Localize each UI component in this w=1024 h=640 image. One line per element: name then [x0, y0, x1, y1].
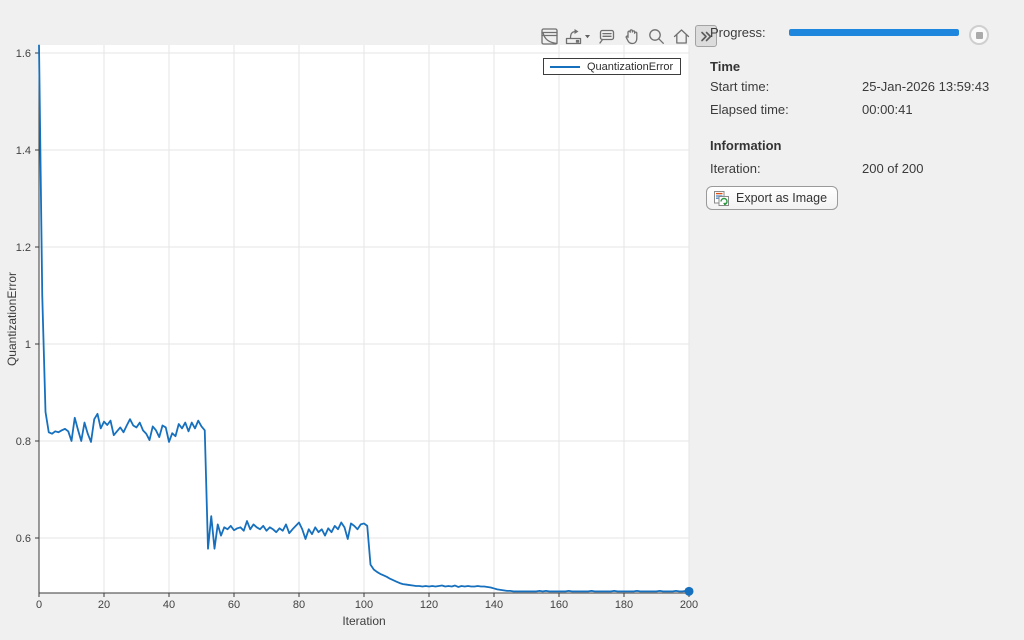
axes-toolbar	[538, 24, 717, 48]
progress-label: Progress:	[710, 25, 766, 40]
export-as-image-label: Export as Image	[736, 191, 827, 205]
legend-label: QuantizationError	[587, 61, 673, 73]
home-icon	[672, 27, 691, 46]
zoom-magnifier-icon	[647, 27, 666, 46]
x-tick-label: 20	[98, 599, 110, 611]
home-button[interactable]	[670, 25, 692, 47]
legend: QuantizationError	[543, 58, 681, 75]
x-tick-label: 160	[550, 599, 568, 611]
pan-hand-icon	[622, 27, 641, 46]
datatip-icon	[597, 27, 616, 46]
export-button[interactable]	[563, 25, 592, 47]
datatip-button[interactable]	[595, 25, 617, 47]
last-point-marker	[685, 587, 694, 596]
x-tick-label: 200	[680, 599, 698, 611]
x-tick-label: 80	[293, 599, 305, 611]
x-tick-label: 40	[163, 599, 175, 611]
iteration-value: 200 of 200	[862, 161, 923, 176]
export-as-image-icon	[713, 190, 730, 207]
progress-bar	[789, 29, 959, 36]
zoom-button[interactable]	[645, 25, 667, 47]
y-tick-label: 1.6	[16, 48, 31, 60]
y-tick-label: 0.6	[16, 533, 31, 545]
quantization-error-plot: 0204060801001201401601802000.60.811.21.4…	[0, 0, 700, 640]
x-tick-label: 180	[615, 599, 633, 611]
x-axis-label: Iteration	[239, 614, 489, 628]
x-tick-label: 140	[485, 599, 503, 611]
y-tick-label: 1.4	[16, 145, 31, 157]
chart-panel-icon	[540, 27, 559, 46]
x-tick-label: 120	[420, 599, 438, 611]
start-time-label: Start time:	[710, 79, 769, 94]
x-tick-label: 60	[228, 599, 240, 611]
stop-icon	[976, 32, 983, 39]
pan-button[interactable]	[620, 25, 642, 47]
training-progress-window: 0204060801001201401601802000.60.811.21.4…	[0, 0, 1024, 640]
stop-button[interactable]	[969, 25, 989, 45]
iteration-label: Iteration:	[710, 161, 761, 176]
elapsed-time-label: Elapsed time:	[710, 102, 789, 117]
time-section-heading: Time	[710, 59, 740, 74]
progress-bar-fill	[789, 29, 959, 36]
elapsed-time-value: 00:00:41	[862, 102, 913, 117]
y-axis-label: QuantizationError	[5, 239, 19, 399]
chart-panel-button[interactable]	[538, 25, 560, 47]
x-tick-label: 0	[36, 599, 42, 611]
legend-line-sample	[550, 66, 580, 68]
y-tick-label: 0.8	[16, 436, 31, 448]
export-icon	[564, 27, 591, 46]
x-tick-label: 100	[355, 599, 373, 611]
information-section-heading: Information	[710, 138, 782, 153]
start-time-value: 25-Jan-2026 13:59:43	[862, 79, 989, 94]
export-as-image-button[interactable]: Export as Image	[706, 186, 838, 210]
y-tick-label: 1	[25, 339, 31, 351]
